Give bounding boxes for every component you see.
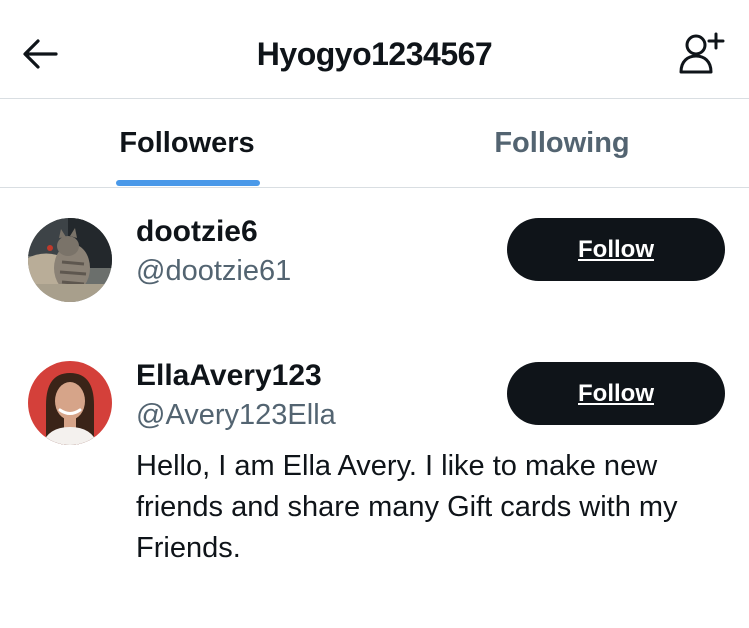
active-tab-indicator — [116, 180, 260, 186]
top-bar: Hyogyo1234567 — [0, 0, 749, 99]
cat-photo-icon — [28, 218, 112, 302]
followers-page: Hyogyo1234567 Followers Following dootzi… — [0, 0, 749, 628]
list-item[interactable]: dootzie6 @dootzie61 Follow — [0, 188, 749, 338]
tab-following[interactable]: Following — [375, 99, 749, 187]
list-item[interactable]: EllaAvery123 @Avery123Ella Follow Hello,… — [0, 338, 749, 598]
tab-bar: Followers Following — [0, 99, 749, 188]
user-handle[interactable]: @dootzie61 — [136, 255, 291, 288]
user-display-name[interactable]: EllaAvery123 — [136, 359, 322, 393]
user-display-name[interactable]: dootzie6 — [136, 215, 258, 249]
page-title: Hyogyo1234567 — [256, 36, 493, 72]
avatar[interactable] — [28, 218, 112, 302]
user-handle[interactable]: @Avery123Ella — [136, 399, 336, 432]
tab-followers[interactable]: Followers — [0, 99, 374, 187]
avatar[interactable] — [28, 361, 112, 445]
user-bio: Hello, I am Ella Avery. I like to make n… — [136, 450, 678, 564]
follow-button[interactable]: Follow — [507, 218, 725, 281]
person-photo-icon — [28, 361, 112, 445]
add-user-button[interactable] — [677, 30, 725, 78]
follow-button[interactable]: Follow — [507, 362, 725, 425]
add-user-icon — [679, 32, 725, 74]
